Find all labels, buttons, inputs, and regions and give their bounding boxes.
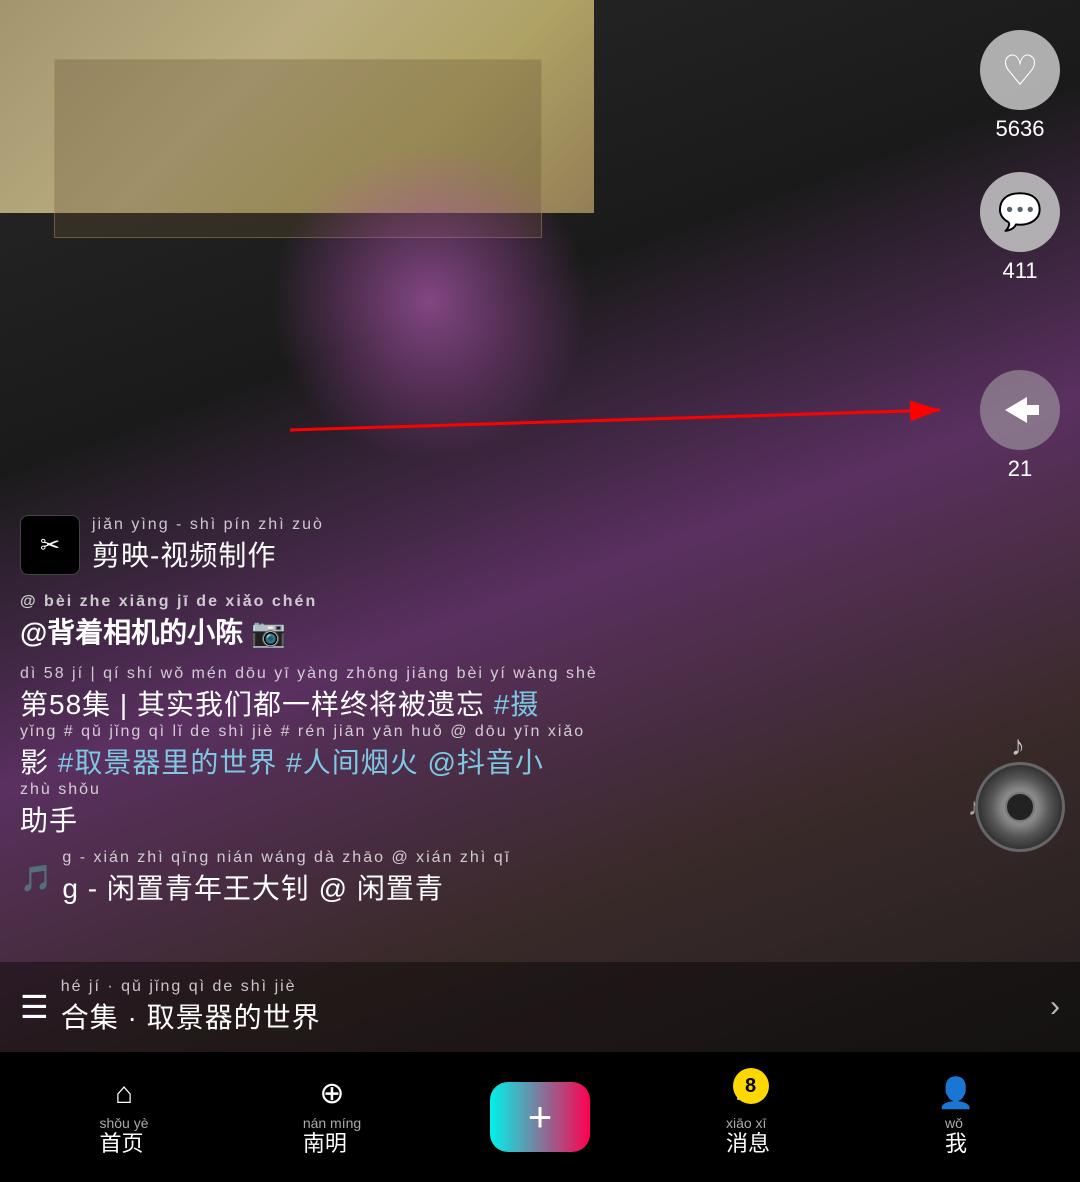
nav-messages-text: xiāo xī 消息 <box>726 1115 770 1157</box>
nav-discover-pinyin: nán míng <box>303 1115 361 1131</box>
nav-profile-label: 我 <box>945 1131 967 1157</box>
desc-pinyin-2: yǐng # qǔ jǐng qì lǐ de shì jiè # rén ji… <box>20 723 1060 741</box>
content-overlay: ♡ 5636 💬 411 21 ♪ ♪ <box>0 0 1080 1052</box>
add-button[interactable] <box>490 1082 590 1152</box>
desc-line-1: 第58集 | 其实我们都一样终将被遗忘 #摄 <box>20 683 1060 723</box>
comment-count: 411 <box>1002 258 1037 284</box>
capcut-chinese: 剪映-视频制作 <box>92 534 324 574</box>
collection-text-block: hé jí · qǔ jǐng qì de shì jiè 合集 · 取景器的世… <box>61 978 1050 1036</box>
bottom-navigation: ⌂ shǒu yè 首页 ⊕ nán míng 南明 ✉ 8 xiāo xī 消… <box>0 1052 1080 1182</box>
message-badge: 8 <box>733 1068 769 1104</box>
nav-messages[interactable]: ✉ 8 xiāo xī 消息 <box>644 1076 852 1157</box>
nav-home-label: 首页 <box>99 1131 148 1157</box>
sound-pinyin: g - xián zhì qīng nián wáng dà zhāo @ xi… <box>62 849 511 867</box>
comment-icon: 💬 <box>998 191 1043 233</box>
comment-button[interactable]: 💬 411 <box>980 172 1060 284</box>
capcut-pinyin: jiǎn yìng - shì pín zhì zuò <box>92 516 324 534</box>
add-button-wrapper <box>480 1077 600 1157</box>
desc-pinyin-1: dì 58 jí | qí shí wǒ mén dōu yī yàng zhō… <box>20 665 1060 683</box>
collection-icon: ☰ <box>20 988 49 1026</box>
nav-messages-label: 消息 <box>726 1131 770 1157</box>
capcut-watermark[interactable]: ✂ jiǎn yìng - shì pín zhì zuò 剪映-视频制作 <box>20 515 1060 575</box>
discover-icon: ⊕ <box>319 1076 344 1111</box>
description-block: dì 58 jí | qí shí wǒ mén dōu yī yàng zhō… <box>20 665 1060 839</box>
collection-pinyin: hé jí · qǔ jǐng qì de shì jiè <box>61 978 1050 996</box>
nav-home-text: shǒu yè 首页 <box>99 1115 148 1157</box>
like-count: 5636 <box>996 116 1045 142</box>
nav-discover-label: 南明 <box>303 1131 361 1157</box>
collection-bar[interactable]: ☰ hé jí · qǔ jǐng qì de shì jiè 合集 · 取景器… <box>0 962 1080 1052</box>
music-note-top: ♪ <box>1011 730 1025 762</box>
profile-icon: 👤 <box>937 1076 974 1111</box>
nav-profile[interactable]: 👤 wǒ 我 <box>852 1076 1060 1157</box>
collection-text: 合集 · 取景器的世界 <box>61 996 1050 1036</box>
heart-icon: ♡ <box>1001 46 1039 95</box>
sound-text: g - 闲置青年王大钊 @ 闲置青 <box>62 867 511 907</box>
desc-pinyin-3: zhù shǒu <box>20 781 1060 799</box>
share-count: 21 <box>1008 456 1032 482</box>
nav-messages-pinyin: xiāo xī <box>726 1115 770 1131</box>
share-icon-bg <box>980 370 1060 450</box>
nav-home-pinyin: shǒu yè <box>99 1115 148 1131</box>
sound-info[interactable]: 🎵 g - xián zhì qīng nián wáng dà zhāo @ … <box>20 849 1060 907</box>
scissors-icon: ✂ <box>40 531 60 560</box>
user-pinyin: @ bèi zhe xiāng jī de xiǎo chén <box>20 593 1060 611</box>
user-tag-text: @背着相机的小陈 📷 <box>20 611 1060 651</box>
capcut-logo: ✂ <box>20 515 80 575</box>
share-button[interactable]: 21 <box>980 370 1060 482</box>
chevron-right-icon: › <box>1050 990 1060 1024</box>
red-arrow-annotation <box>290 390 990 470</box>
music-disc-inner <box>1005 792 1035 822</box>
desc-line-3: 助手 <box>20 799 1060 839</box>
nav-discover[interactable]: ⊕ nán míng 南明 <box>228 1076 436 1157</box>
nav-add[interactable] <box>436 1077 644 1157</box>
message-icon-container: ✉ 8 <box>735 1076 760 1111</box>
sound-text-block: g - xián zhì qīng nián wáng dà zhāo @ xi… <box>62 849 511 907</box>
comment-icon-bg: 💬 <box>980 172 1060 252</box>
right-actions: ♡ 5636 💬 411 <box>980 30 1060 284</box>
like-button[interactable]: ♡ 5636 <box>980 30 1060 142</box>
nav-profile-text: wǒ 我 <box>945 1115 967 1157</box>
nav-home[interactable]: ⌂ shǒu yè 首页 <box>20 1077 228 1157</box>
nav-discover-text: nán míng 南明 <box>303 1115 361 1157</box>
home-icon: ⌂ <box>115 1077 133 1111</box>
like-icon-bg: ♡ <box>980 30 1060 110</box>
tiktok-icon: 🎵 <box>20 863 52 894</box>
bottom-content: ✂ jiǎn yìng - shì pín zhì zuò 剪映-视频制作 @ … <box>0 515 1080 907</box>
share-icon <box>997 387 1043 433</box>
desc-line-2: 影 #取景器里的世界 #人间烟火 @抖音小 <box>20 741 1060 781</box>
nav-profile-pinyin: wǒ <box>945 1115 967 1131</box>
capcut-text-block: jiǎn yìng - shì pín zhì zuò 剪映-视频制作 <box>92 516 324 574</box>
music-disc[interactable] <box>975 762 1065 852</box>
user-mention[interactable]: @ bèi zhe xiāng jī de xiǎo chén @背着相机的小陈… <box>20 593 1060 651</box>
